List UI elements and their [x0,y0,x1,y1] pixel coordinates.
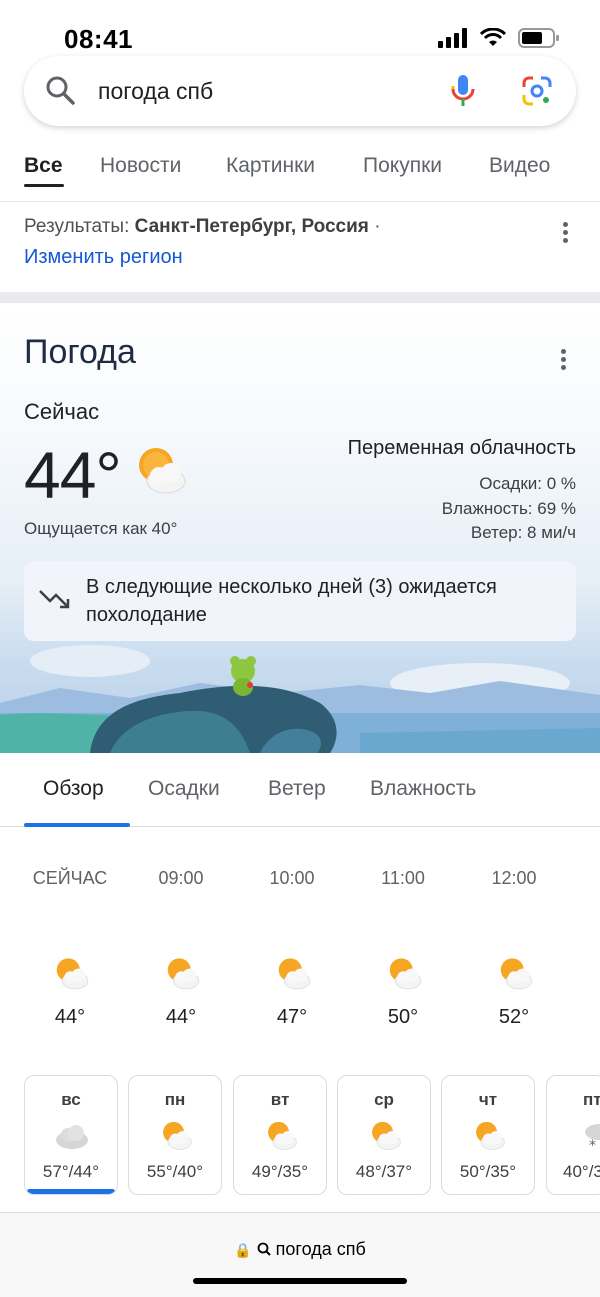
day-card-mon[interactable]: пн 55°/40° [128,1075,222,1195]
partly-cloudy-icon [268,1121,297,1150]
hour-time: СЕЙЧАС [32,868,108,888]
search-icon[interactable] [44,74,76,106]
weather-subtabs: Обзор Осадки Ветер Влажность [0,753,600,827]
region-line: Результаты: Санкт-Петербург, Россия · [24,216,576,238]
day-name: пн [164,1090,186,1109]
search-tabs: Все Новости Картинки Покупки Видео [0,140,600,202]
subtab-humidity[interactable]: Влажность [370,777,476,801]
hour-temp: 47° [276,1006,308,1028]
hour-time: 11:00 [381,868,425,888]
region-prefix: Результаты: [24,216,130,237]
tab-shopping[interactable]: Покупки [363,154,442,178]
hour-time: 12:00 [491,868,537,888]
selected-day-indicator [27,1189,115,1194]
day-temps: 55°/40° [146,1162,204,1181]
region-place: Санкт-Петербург, Россия [134,216,369,237]
search-input[interactable]: погода спб [98,78,213,105]
partly-cloudy-icon [167,958,200,990]
subtab-overview[interactable]: Обзор [43,777,104,801]
partly-cloudy-icon [500,958,533,990]
section-divider [0,292,600,303]
snow-cloud-icon: * [585,1124,600,1152]
weather-title: Погода [24,333,136,371]
cooling-alert[interactable]: В следующие несколько дней (3) ожидается… [24,561,576,641]
day-name: ср [374,1090,394,1109]
day-card-sun[interactable]: вс 57°/44° [24,1075,118,1195]
svg-text:*: * [589,1138,596,1152]
region-more-icon[interactable] [563,222,569,246]
microphone-icon[interactable] [450,74,476,108]
lock-icon: 🔒 [234,1242,252,1258]
day-card-tue[interactable]: вт 49°/35° [233,1075,327,1195]
partly-cloudy-icon [56,958,89,990]
battery-icon [518,28,559,48]
change-region-link[interactable]: Изменить регион [24,246,576,269]
search-icon [257,1242,271,1256]
address-bar[interactable]: 🔒 погода спб [0,1239,600,1260]
day-card-wed[interactable]: ср 48°/37° [337,1075,431,1195]
precipitation: Осадки: 0 % [479,474,576,493]
day-temps: 40°/3 [563,1162,600,1181]
day-temps: 50°/35° [459,1162,517,1181]
browser-bottom-bar: 🔒 погода спб [0,1212,600,1297]
partly-cloudy-icon [139,448,186,494]
day-card-thu[interactable]: чт 50°/35° [441,1075,535,1195]
trend-down-icon [39,590,70,609]
search-box[interactable]: погода спб [24,56,576,126]
day-name: пт [583,1090,600,1109]
hour-temp: 44° [165,1006,197,1028]
weather-more-icon[interactable] [561,349,567,373]
status-icons [438,28,560,48]
region-info: Результаты: Санкт-Петербург, Россия · Из… [24,216,576,269]
weather-now-label: Сейчас [24,399,100,424]
day-temps: 57°/44° [42,1162,100,1181]
google-lens-icon[interactable] [522,76,552,106]
day-temps: 48°/37° [355,1162,413,1181]
address-text: погода спб [275,1239,366,1259]
day-name: вс [61,1090,81,1109]
tab-news[interactable]: Новости [100,154,181,178]
hour-time: 10:00 [269,868,315,888]
weather-card: Погода Сейчас 44° Ощущается как 40° Пере… [0,303,600,753]
hour-temp: 50° [387,1006,419,1028]
tab-all[interactable]: Все [24,154,63,178]
home-indicator [193,1278,407,1284]
partly-cloudy-icon [163,1121,192,1150]
wind: Ветер: 8 ми/ч [470,523,576,542]
cellular-signal-icon [438,28,467,48]
tab-video[interactable]: Видео [489,154,550,178]
partly-cloudy-icon [372,1121,401,1150]
day-name: вт [270,1090,290,1109]
wifi-icon [480,28,506,46]
hour-temp: 52° [498,1006,530,1028]
tab-active-indicator [24,184,64,187]
partly-cloudy-icon [476,1121,505,1150]
hour-temp: 44° [54,1006,86,1028]
current-temperature: 44° [24,438,122,512]
feels-like: Ощущается как 40° [24,519,178,538]
weather-landscape-illustration [0,645,600,753]
day-temps: 49°/35° [251,1162,309,1181]
tab-images[interactable]: Картинки [226,154,315,178]
subtab-wind[interactable]: Ветер [268,777,326,801]
subtab-precipitation[interactable]: Осадки [148,777,220,801]
cloud-icon [56,1125,88,1149]
hour-time: 09:00 [158,868,204,888]
partly-cloudy-icon [389,958,422,990]
region-separator: · [374,216,381,237]
subtab-active-indicator [24,823,130,827]
humidity: Влажность: 69 % [441,499,576,518]
alert-text: В следующие несколько дней (3) ожидается… [86,576,497,626]
status-time: 08:41 [64,24,133,54]
weather-condition: Переменная облачность [347,437,576,459]
day-card-fri[interactable]: пт * 40°/3 [546,1075,600,1195]
partly-cloudy-icon [278,958,311,990]
day-name: чт [478,1090,498,1109]
